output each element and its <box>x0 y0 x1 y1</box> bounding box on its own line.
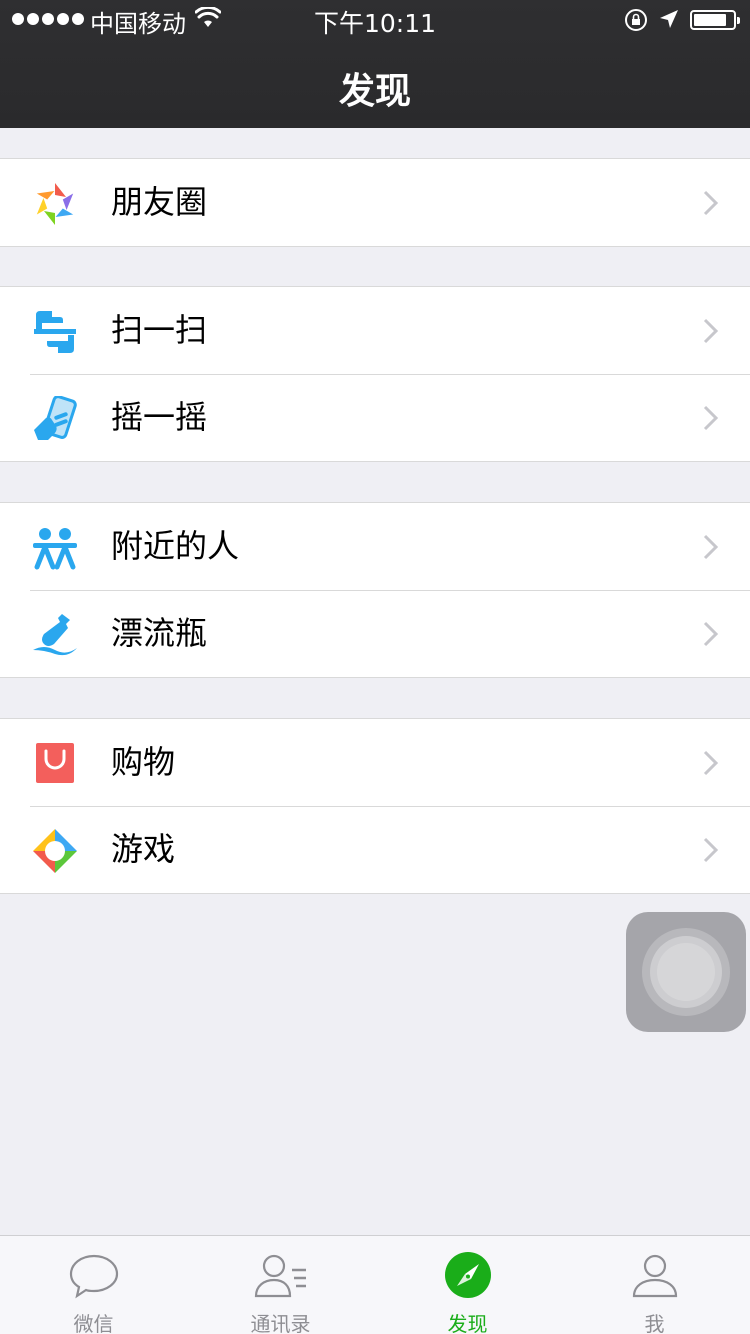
list-item-scan[interactable]: 扫一扫 <box>0 287 750 374</box>
tab-chats[interactable]: 微信 <box>0 1236 187 1334</box>
tab-label: 我 <box>644 1312 665 1334</box>
rotation-lock-icon <box>625 9 647 31</box>
tab-label: 发现 <box>447 1312 488 1334</box>
page-title: 发现 <box>338 71 411 112</box>
assistive-touch-button[interactable] <box>626 912 746 1032</box>
chat-bubble-icon <box>69 1254 118 1299</box>
menu-group-moments: 朋友圈 <box>0 158 750 247</box>
tab-contacts[interactable]: 通讯录 <box>187 1236 374 1334</box>
list-item-people-nearby[interactable]: 附近的人 <box>0 503 750 590</box>
list-item-drift-bottle[interactable]: 漂流瓶 <box>0 590 750 677</box>
list-item-label: 附近的人 <box>111 527 240 565</box>
status-bar: 中国移动 下午10:11 <box>0 0 750 40</box>
contacts-icon <box>254 1254 306 1298</box>
profile-icon <box>632 1254 677 1298</box>
list-item-label: 漂流瓶 <box>111 614 208 652</box>
list-item-shake[interactable]: 摇一摇 <box>0 374 750 461</box>
list-item-label: 购物 <box>111 743 176 781</box>
list-item-moments[interactable]: 朋友圈 <box>0 159 750 246</box>
chevron-right-icon <box>703 190 719 216</box>
top-bar: 中国移动 下午10:11 发现 <box>0 0 750 128</box>
tab-discover[interactable]: 发现 <box>374 1236 561 1334</box>
list-item-shopping[interactable]: 购物 <box>0 719 750 806</box>
list-item-label: 扫一扫 <box>111 311 208 349</box>
people-nearby-icon <box>33 528 77 570</box>
chevron-right-icon <box>703 534 719 560</box>
drift-bottle-icon <box>33 614 77 656</box>
menu-group-scan-shake: 扫一扫 摇一摇 <box>0 286 750 462</box>
shopping-icon <box>36 743 74 783</box>
tab-label: 微信 <box>73 1312 114 1334</box>
list-item-games[interactable]: 游戏 <box>0 806 750 893</box>
list-item-label: 朋友圈 <box>111 183 208 221</box>
chevron-right-icon <box>703 405 719 431</box>
chevron-right-icon <box>703 837 719 863</box>
battery-icon <box>690 10 740 30</box>
games-icon <box>33 829 77 873</box>
chevron-right-icon <box>703 318 719 344</box>
list-item-label: 摇一摇 <box>111 398 208 436</box>
list-item-label: 游戏 <box>111 830 176 868</box>
tab-me[interactable]: 我 <box>561 1236 748 1334</box>
moments-icon <box>36 183 74 225</box>
compass-icon <box>444 1252 491 1298</box>
discover-screen: 中国移动 下午10:11 发现 朋友圈 扫一扫 摇一摇 附近的人 漂流瓶 购物 … <box>0 0 750 1334</box>
shake-icon <box>34 396 77 440</box>
menu-group-nearby: 附近的人 漂流瓶 <box>0 502 750 678</box>
menu-group-shopping-games: 购物 游戏 <box>0 718 750 894</box>
tab-bar: 微信 通讯录 发现 我 <box>0 1235 750 1334</box>
tab-label: 通讯录 <box>250 1312 311 1334</box>
chevron-right-icon <box>703 750 719 776</box>
chevron-right-icon <box>703 621 719 647</box>
scan-icon <box>34 311 76 353</box>
location-icon <box>660 10 678 28</box>
